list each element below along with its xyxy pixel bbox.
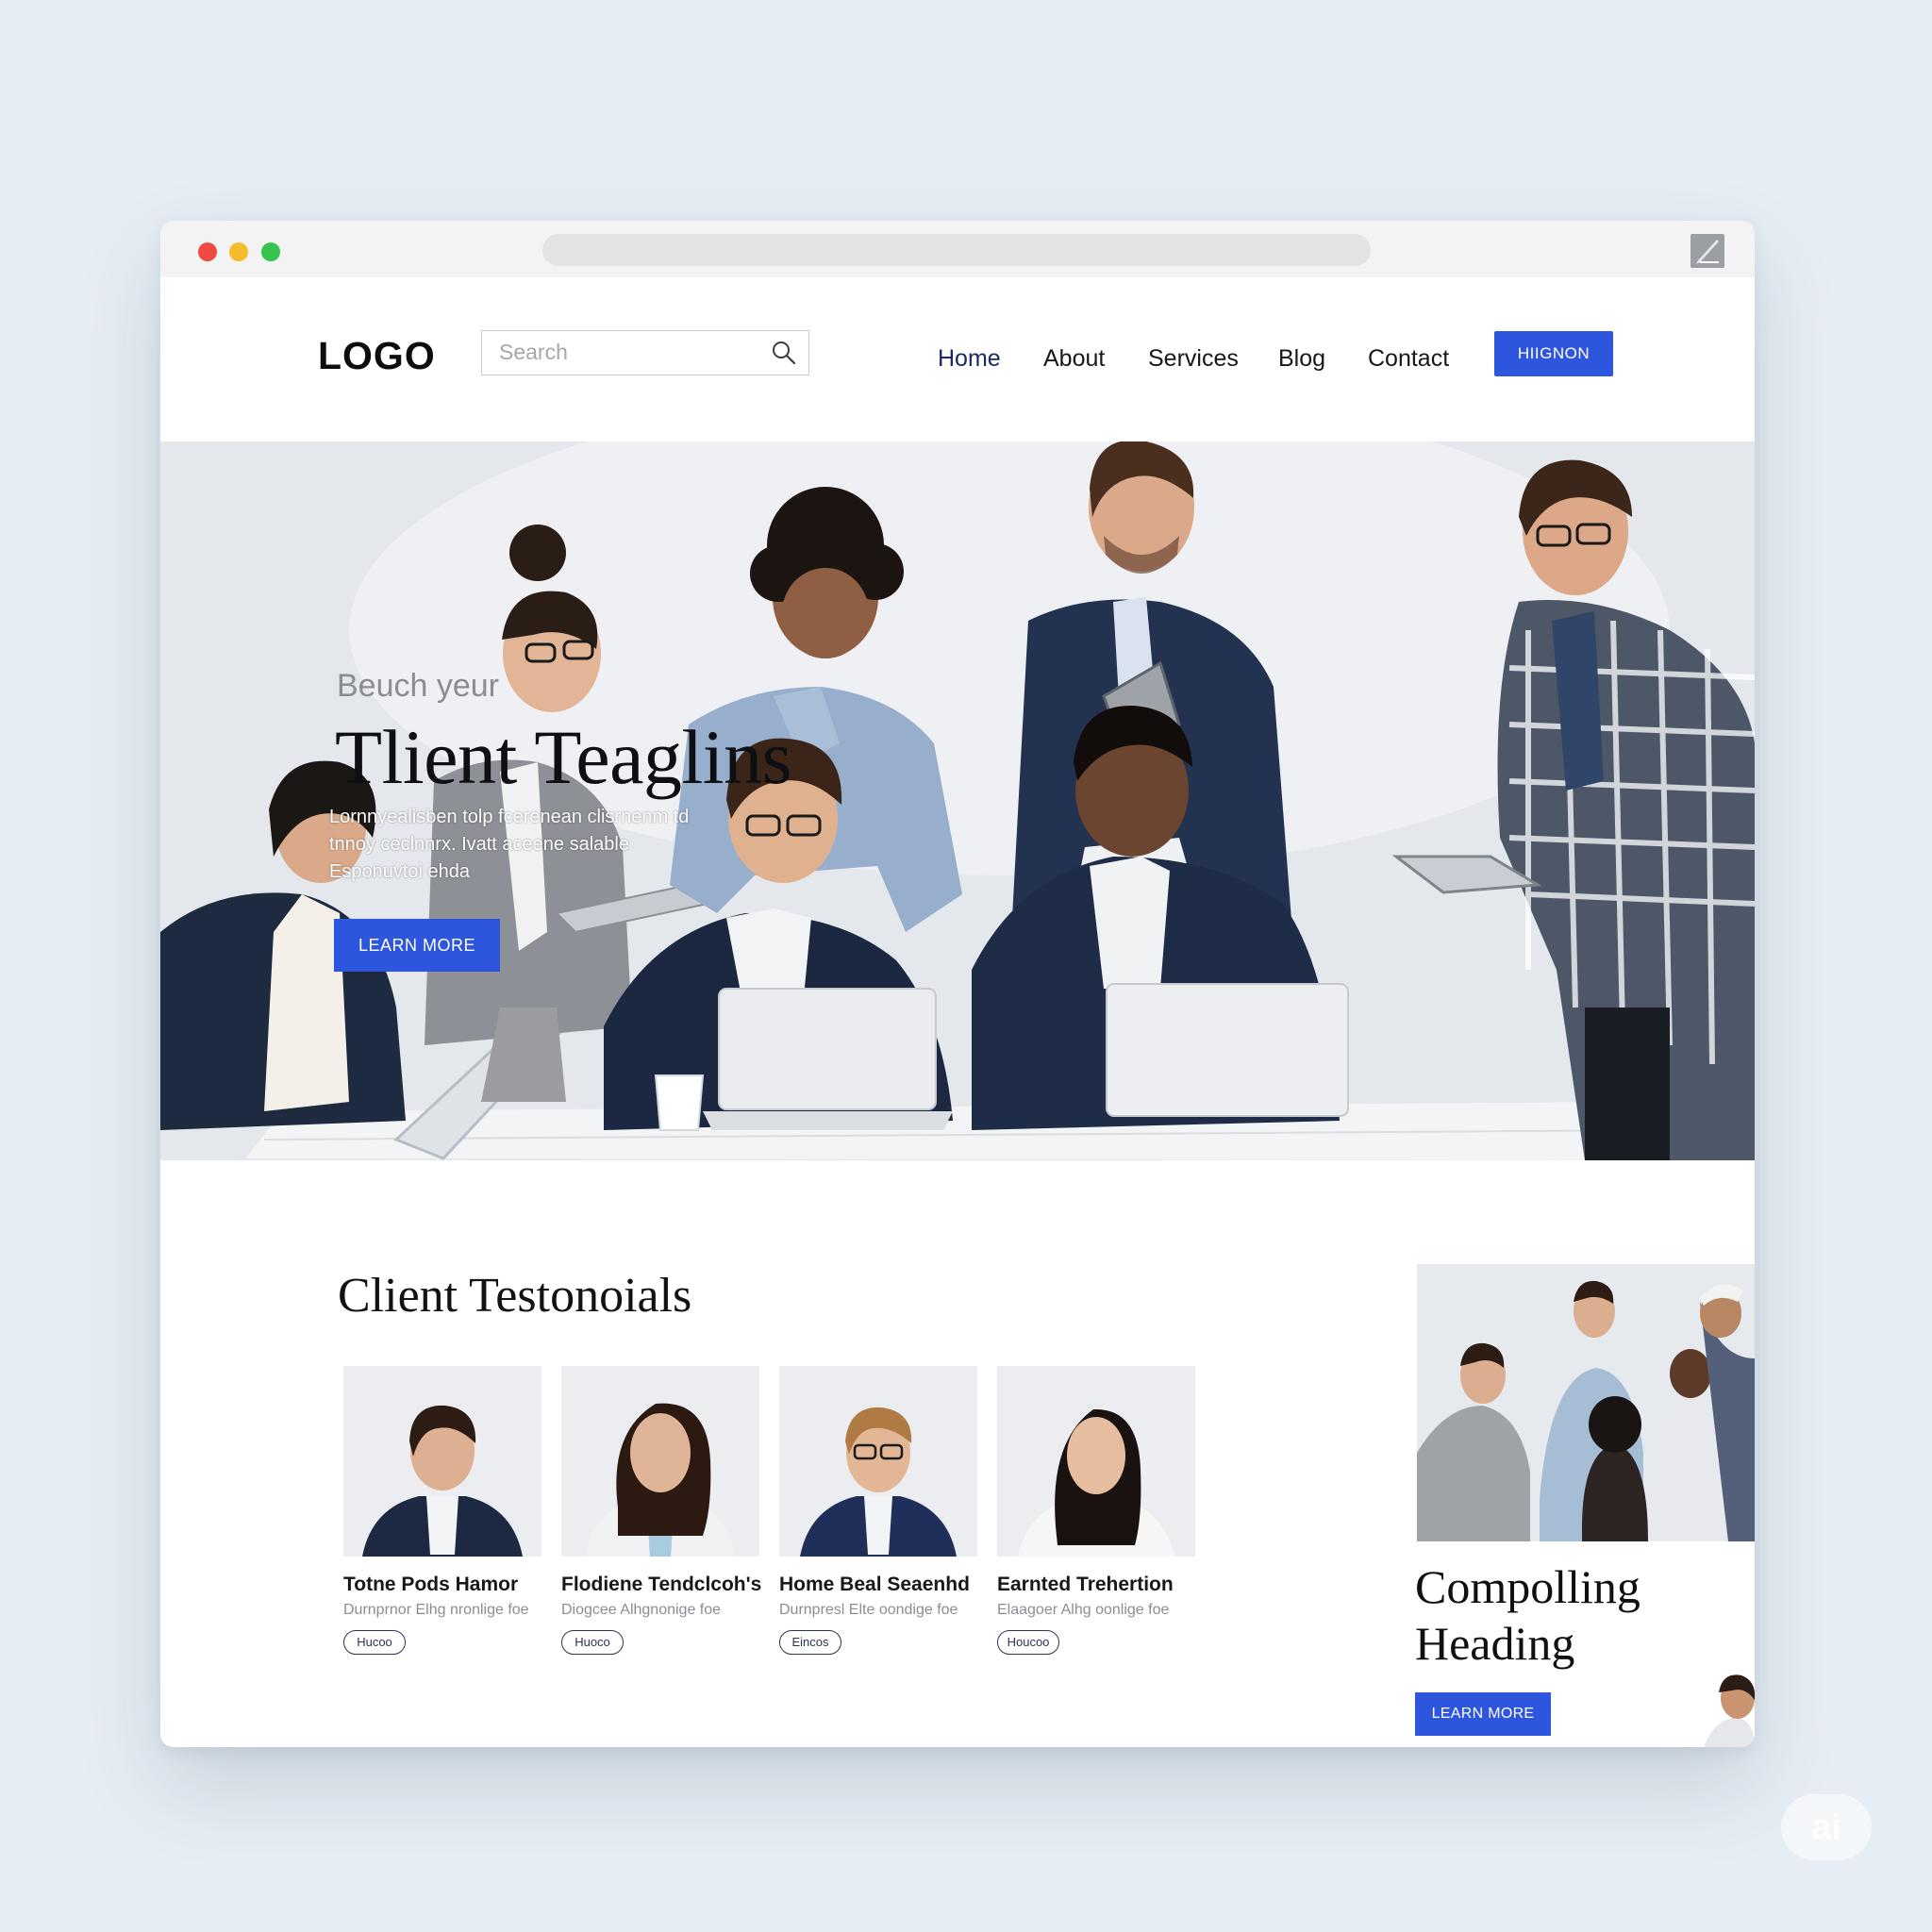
feature-learn-more-button[interactable]: LEARN MORE <box>1415 1692 1551 1736</box>
header-cta-button[interactable]: HIIGNON <box>1494 331 1613 376</box>
testimonial-description: Elaagoer Alhg oonlige foe <box>997 1602 1170 1618</box>
feature-heading-line1: Compolling <box>1415 1560 1641 1613</box>
testimonial-photo <box>561 1366 759 1557</box>
feature-team-image <box>1417 1264 1755 1541</box>
testimonial-card[interactable]: Earnted Trehertion Elaagoer Alhg oonlige… <box>997 1366 1195 1687</box>
close-window-button[interactable] <box>198 242 217 261</box>
extension-button[interactable] <box>1690 234 1724 268</box>
testimonial-name: Flodiene Tendclcoh's <box>561 1574 762 1595</box>
testimonial-tag[interactable]: Huoco <box>561 1630 624 1655</box>
testimonial-name: Totne Pods Hamor <box>343 1574 519 1595</box>
testimonial-description: Durnpresl Elte oondige foe <box>779 1602 958 1618</box>
nav-link-blog[interactable]: Blog <box>1278 345 1325 373</box>
hero-section: Beuch yeur Tlient Teaglins Lornnyealisbe… <box>160 441 1755 1160</box>
testimonial-photo <box>343 1366 541 1557</box>
feature-heading-line2: Heading <box>1415 1617 1575 1670</box>
ai-watermark: ai <box>1781 1794 1872 1860</box>
address-bar[interactable] <box>542 234 1371 266</box>
testimonial-card[interactable]: Totne Pods Hamor Durnprnor Elhg nronlige… <box>343 1366 541 1687</box>
search-box <box>481 330 809 375</box>
browser-window: LOGO Home About Services Blog Contact HI… <box>160 221 1755 1747</box>
feature-heading: Compolling Heading <box>1415 1558 1641 1672</box>
testimonial-tag[interactable]: Houcoo <box>997 1630 1059 1655</box>
browser-chrome <box>160 221 1755 278</box>
hero-body-text: Lornnyealisben tolp fcerenean clisrnenm … <box>329 807 690 882</box>
search-icon[interactable] <box>771 340 797 371</box>
maximize-window-button[interactable] <box>261 242 280 261</box>
nav-link-about[interactable]: About <box>1043 345 1105 373</box>
testimonial-description: Diogcee Alhgnonige foe <box>561 1602 722 1618</box>
testimonial-tag[interactable]: Eincos <box>779 1630 841 1655</box>
hero-eyebrow: Beuch yeur <box>337 668 499 704</box>
nav-link-home[interactable]: Home <box>938 345 1001 373</box>
testimonial-card[interactable]: Home Beal Seaenhd Durnpresl Elte oondige… <box>779 1366 977 1687</box>
hero-learn-more-button[interactable]: LEARN MORE <box>334 919 500 972</box>
testimonials-heading: Client Testonoials <box>338 1269 692 1323</box>
testimonial-tag[interactable]: Hucoo <box>343 1630 406 1655</box>
testimonial-card[interactable]: Flodiene Tendclcoh's Diogcee Alhgnonige … <box>561 1366 762 1687</box>
nav-link-services[interactable]: Services <box>1148 345 1239 373</box>
testimonial-photo <box>997 1366 1195 1557</box>
search-input[interactable] <box>482 331 773 374</box>
chat-avatar[interactable] <box>1704 1670 1755 1747</box>
testimonial-photo <box>779 1366 977 1557</box>
testimonial-name: Home Beal Seaenhd <box>779 1574 970 1595</box>
logo[interactable]: LOGO <box>318 334 436 378</box>
pencil-icon <box>1696 240 1719 264</box>
hero-title: Tlient Teaglins <box>335 714 791 800</box>
site-header: LOGO Home About Services Blog Contact HI… <box>160 277 1755 441</box>
testimonial-name: Earnted Trehertion <box>997 1574 1174 1595</box>
nav-link-contact[interactable]: Contact <box>1368 345 1449 373</box>
minimize-window-button[interactable] <box>229 242 248 261</box>
testimonial-description: Durnprnor Elhg nronlige foe <box>343 1602 529 1618</box>
